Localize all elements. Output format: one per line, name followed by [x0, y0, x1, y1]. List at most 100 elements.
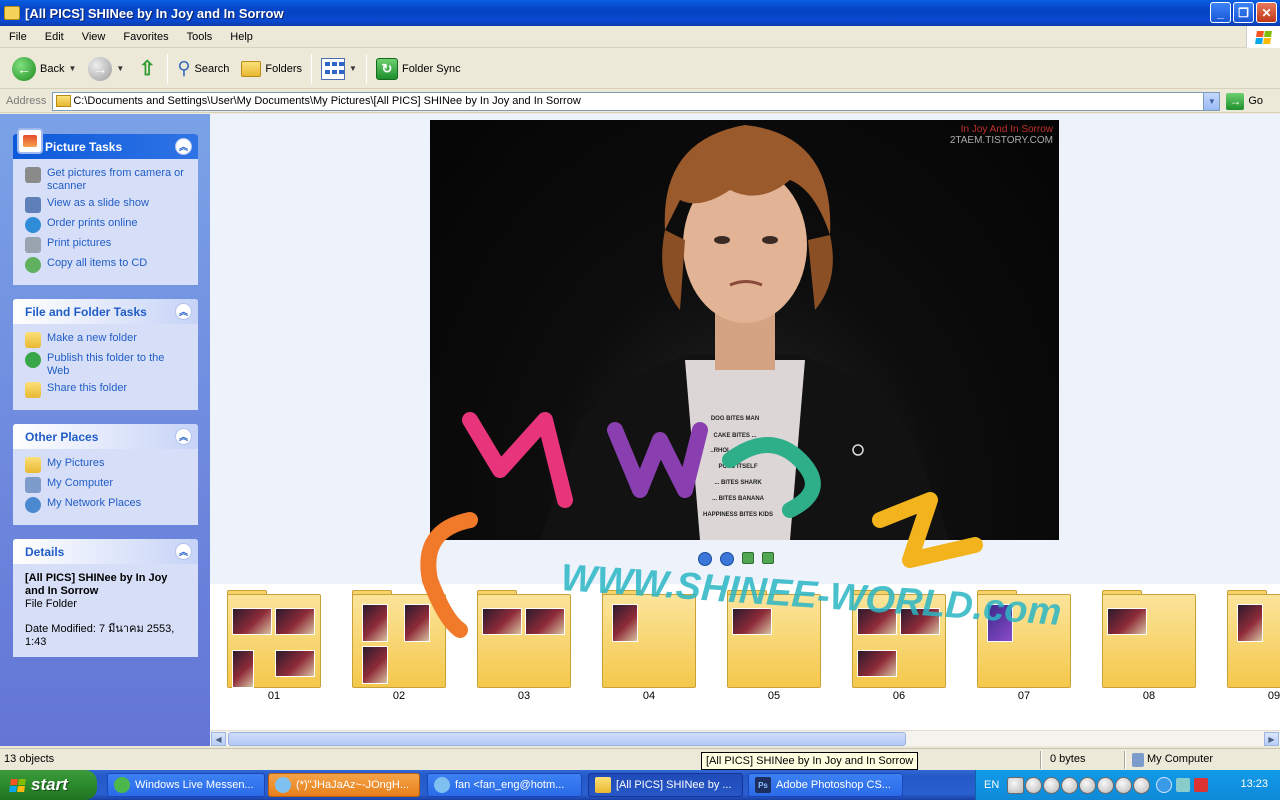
up-button[interactable]: ⇧: [130, 52, 164, 86]
place-my-pictures[interactable]: My Pictures: [25, 457, 188, 473]
go-button[interactable]: → Go: [1226, 92, 1263, 110]
views-dropdown-icon[interactable]: ▼: [349, 64, 357, 73]
folder-thumbnail[interactable]: [602, 590, 696, 688]
taskbar-button-messenger[interactable]: Windows Live Messen...: [107, 773, 265, 797]
task-publish-web[interactable]: Publish this folder to the Web: [25, 352, 188, 378]
scroll-right-button[interactable]: ▶: [1264, 732, 1279, 746]
media-mute-button[interactable]: [1133, 776, 1151, 794]
picture-tasks-header[interactable]: Picture Tasks ︽: [13, 128, 198, 159]
forward-button[interactable]: → ▼: [82, 52, 130, 86]
other-places-header[interactable]: Other Places ︽: [13, 424, 198, 449]
back-dropdown-icon[interactable]: ▼: [68, 64, 76, 73]
folders-icon: [241, 60, 262, 77]
folder-thumbnail[interactable]: [977, 590, 1071, 688]
collapse-chevron-icon[interactable]: ︽: [175, 303, 192, 320]
other-places-panel: Other Places ︽ My Pictures My Computer M…: [13, 424, 198, 525]
folder-sync-label: Folder Sync: [401, 62, 461, 75]
folder-sync-button[interactable]: ↻ Folder Sync: [370, 52, 467, 86]
content-area: DOG BITES MAN CAKE BITES ... ..RHOL ....…: [210, 114, 1280, 746]
task-new-folder[interactable]: Make a new folder: [25, 332, 188, 348]
folder-label: 07: [1017, 690, 1031, 702]
maximize-button[interactable]: ❐: [1233, 2, 1254, 23]
collapse-chevron-icon[interactable]: ︽: [175, 543, 192, 560]
folder-thumbnail[interactable]: [352, 590, 446, 688]
media-previous-button[interactable]: [1079, 776, 1097, 794]
chat-icon: [275, 777, 291, 793]
media-pause-button[interactable]: [1043, 776, 1061, 794]
address-dropdown-icon[interactable]: ▼: [1203, 92, 1220, 110]
details-header[interactable]: Details ︽: [13, 539, 198, 564]
preview-image[interactable]: DOG BITES MAN CAKE BITES ... ..RHOL ....…: [430, 120, 1059, 540]
task-pane: Picture Tasks ︽ Get pictures from camera…: [0, 114, 210, 746]
back-arrow-icon: ←: [12, 56, 36, 81]
menu-view[interactable]: View: [73, 31, 115, 43]
scroll-left-button[interactable]: ◀: [211, 732, 226, 746]
back-button[interactable]: ← Back ▼: [6, 52, 82, 86]
task-label: Copy all items to CD: [47, 257, 148, 269]
antivirus-icon[interactable]: [1194, 778, 1209, 792]
place-my-computer[interactable]: My Computer: [25, 477, 188, 493]
taskbar: start Windows Live Messen... (*)"JHaJaAz…: [0, 770, 1280, 800]
network-icon[interactable]: [1176, 778, 1191, 792]
folders-button[interactable]: Folders: [235, 52, 308, 86]
picture-tasks-title: Picture Tasks: [45, 139, 123, 154]
search-button[interactable]: ⚲ Search: [171, 52, 235, 86]
horizontal-scrollbar[interactable]: ◀ ▶: [210, 730, 1280, 746]
forward-dropdown-icon[interactable]: ▼: [116, 64, 124, 73]
taskbar-button-chat[interactable]: (*)"JHaJaAz~-JOngH...: [268, 773, 420, 797]
shirt-text-line: CAKE BITES ...: [713, 433, 756, 439]
task-label: Print pictures: [47, 237, 112, 249]
tray-expand-icon[interactable]: [1156, 777, 1173, 793]
folder-thumbnail[interactable]: [727, 590, 821, 688]
clock[interactable]: 13:23: [1240, 778, 1268, 790]
minimize-button[interactable]: _: [1210, 2, 1231, 23]
media-menu-button[interactable]: [1025, 776, 1043, 794]
folder-thumbnail[interactable]: [852, 590, 946, 688]
status-object-count: 13 objects: [4, 753, 55, 765]
menu-file[interactable]: File: [0, 31, 36, 43]
task-share-folder[interactable]: Share this folder: [25, 382, 188, 398]
details-date-modified: Date Modified: 7 มีนาคม 2553, 1:43: [25, 623, 175, 648]
title-bar[interactable]: [All PICS] SHINee by In Joy and In Sorro…: [0, 0, 1280, 26]
collapse-chevron-icon[interactable]: ︽: [175, 138, 192, 155]
folder-label: 02: [392, 690, 406, 702]
media-stop-button[interactable]: [1061, 776, 1079, 794]
task-get-pictures[interactable]: Get pictures from camera or scanner: [25, 167, 188, 193]
taskbar-button-email[interactable]: fan <fan_eng@hotm...: [427, 773, 582, 797]
taskbar-button-explorer[interactable]: [All PICS] SHINee by ...: [588, 773, 743, 797]
rotate-left-button[interactable]: [742, 552, 754, 564]
start-button[interactable]: start: [0, 770, 97, 800]
folder-thumbnail[interactable]: [227, 590, 321, 688]
back-label: Back: [40, 62, 65, 75]
task-order-prints[interactable]: Order prints online: [25, 217, 188, 233]
folder-thumbnail[interactable]: [477, 590, 571, 688]
rotate-right-button[interactable]: [762, 552, 774, 564]
menu-favorites[interactable]: Favorites: [114, 31, 177, 43]
address-input[interactable]: C:\Documents and Settings\User\My Docume…: [52, 91, 1221, 111]
media-next-button[interactable]: [1097, 776, 1115, 794]
folder-sync-icon: ↻: [375, 57, 398, 80]
folder-icon: [56, 94, 72, 107]
menu-edit[interactable]: Edit: [36, 31, 73, 43]
views-button[interactable]: ▼: [315, 52, 363, 86]
menu-help[interactable]: Help: [221, 31, 262, 43]
menu-tools[interactable]: Tools: [178, 31, 222, 43]
place-my-network[interactable]: My Network Places: [25, 497, 188, 513]
task-copy-to-cd[interactable]: Copy all items to CD: [25, 257, 188, 273]
task-print-pictures[interactable]: Print pictures: [25, 237, 188, 253]
previous-image-button[interactable]: [698, 552, 712, 566]
collapse-chevron-icon[interactable]: ︽: [175, 428, 192, 445]
media-volume-button[interactable]: [1115, 776, 1133, 794]
folder-thumbnail[interactable]: [1227, 590, 1280, 688]
file-folder-tasks-header[interactable]: File and Folder Tasks ︽: [13, 299, 198, 324]
address-bar: Address C:\Documents and Settings\User\M…: [0, 90, 1280, 113]
taskbar-button-photoshop[interactable]: Ps Adobe Photoshop CS...: [748, 773, 903, 797]
details-folder-type: File Folder: [25, 598, 77, 610]
folder-thumbnail[interactable]: [1102, 590, 1196, 688]
language-indicator[interactable]: EN: [984, 779, 999, 791]
filmstrip: 01 02 03 04 05 06 07 08 09: [210, 586, 1280, 726]
close-button[interactable]: ✕: [1256, 2, 1277, 23]
task-slide-show[interactable]: View as a slide show: [25, 197, 188, 213]
next-image-button[interactable]: [720, 552, 734, 566]
scrollbar-thumb[interactable]: [228, 732, 906, 746]
